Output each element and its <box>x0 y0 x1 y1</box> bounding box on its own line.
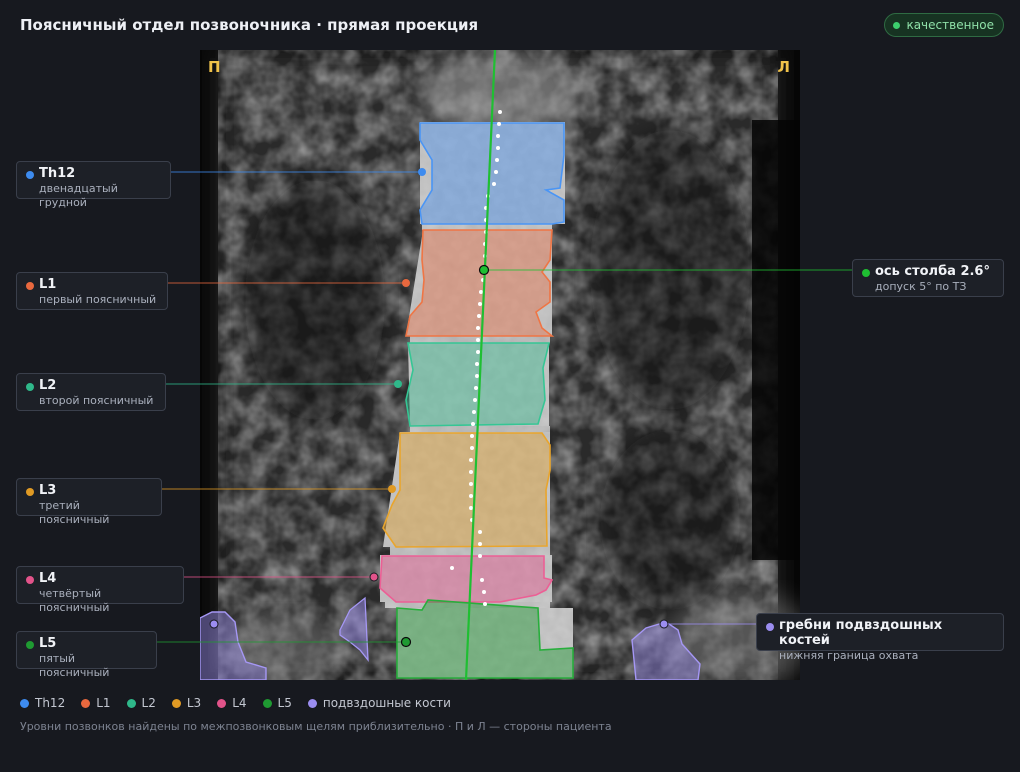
legend-dot-icon <box>81 698 91 708</box>
legend-dot-icon <box>20 698 29 708</box>
callout-l2-name: L2 <box>39 378 57 393</box>
legend-item-iliac[interactable]: подвздошные кости <box>307 696 451 710</box>
l1-dot-icon <box>26 282 34 290</box>
callout-axis-sub: допуск 5° по ТЗ <box>875 280 967 293</box>
legend-label: L4 <box>232 696 247 710</box>
legend-item-l3[interactable]: L3 <box>171 696 202 710</box>
callout-l3-sub: третий поясничный <box>39 499 110 526</box>
legend-item-th12[interactable]: Th12 <box>20 696 65 710</box>
legend-dot-icon <box>171 698 181 708</box>
callout-iliac[interactable]: гребни подвздошных костей нижняя граница… <box>756 613 1004 662</box>
l1-segment <box>405 229 555 337</box>
quality-label: качественное <box>906 18 994 32</box>
legend-dot-icon <box>307 698 317 708</box>
ct-image-viewer[interactable]: П Л <box>200 50 800 680</box>
callout-l4[interactable]: L4 четвёртый поясничный <box>16 566 184 614</box>
legend: Th12 L1 L2 L3 L4 L5 подвздошные кости <box>20 696 451 710</box>
callout-th12[interactable]: Th12 двенадцатый грудной <box>16 161 171 209</box>
page-title: Поясничный отдел позвоночника · прямая п… <box>20 16 479 34</box>
ct-scan-image <box>200 50 800 680</box>
legend-item-l4[interactable]: L4 <box>217 696 247 710</box>
callout-axis[interactable]: ось столба 2.6° допуск 5° по ТЗ <box>852 259 1004 297</box>
callout-l1[interactable]: L1 первый поясничный <box>16 272 168 310</box>
legend-label: L2 <box>141 696 156 710</box>
callout-l3[interactable]: L3 третий поясничный <box>16 478 162 526</box>
callout-l5-name: L5 <box>39 636 57 651</box>
legend-item-l1[interactable]: L1 <box>81 696 111 710</box>
callout-l3-name: L3 <box>39 483 57 498</box>
th12-dot-icon <box>26 171 34 179</box>
orientation-right-marker: П <box>208 58 221 76</box>
l2-dot-icon <box>26 383 34 391</box>
l3-segment <box>382 432 551 548</box>
callout-l4-sub: четвёртый поясничный <box>39 587 110 614</box>
callout-l4-name: L4 <box>39 571 57 586</box>
callout-l5[interactable]: L5 пятый поясничный <box>16 631 157 679</box>
legend-label: Th12 <box>35 696 66 710</box>
legend-item-l2[interactable]: L2 <box>126 696 156 710</box>
legend-dot-icon <box>262 698 272 708</box>
footnote: Уровни позвонков найдены по межпозвонков… <box>20 720 612 733</box>
legend-label: L3 <box>186 696 202 710</box>
callout-l1-sub: первый поясничный <box>39 293 157 306</box>
orientation-left-marker: Л <box>777 58 790 76</box>
callout-l2-sub: второй поясничный <box>39 394 154 407</box>
legend-dot-icon <box>217 698 227 708</box>
callout-iliac-sub: нижняя граница охвата <box>779 649 919 662</box>
legend-label: подвздошные кости <box>322 696 451 710</box>
status-dot-icon <box>893 21 901 29</box>
l4-dot-icon <box>26 576 34 584</box>
l3-dot-icon <box>26 488 34 496</box>
legend-label: L1 <box>96 696 111 710</box>
callout-l2[interactable]: L2 второй поясничный <box>16 373 166 411</box>
l4-segment <box>379 555 554 603</box>
l5-dot-icon <box>26 641 34 649</box>
callout-axis-name: ось столба 2.6° <box>875 264 990 279</box>
callout-l5-sub: пятый поясничный <box>39 652 110 679</box>
legend-dot-icon <box>126 698 136 708</box>
iliac-dot-icon <box>766 623 774 631</box>
axis-dot-icon <box>862 269 870 277</box>
callout-th12-sub: двенадцатый грудной <box>39 182 118 209</box>
quality-badge: качественное <box>884 13 1004 37</box>
callout-th12-name: Th12 <box>39 166 76 181</box>
legend-item-l5[interactable]: L5 <box>262 696 292 710</box>
callout-iliac-name: гребни подвздошных костей <box>779 618 943 648</box>
legend-label: L5 <box>277 696 292 710</box>
callout-l1-name: L1 <box>39 277 57 292</box>
